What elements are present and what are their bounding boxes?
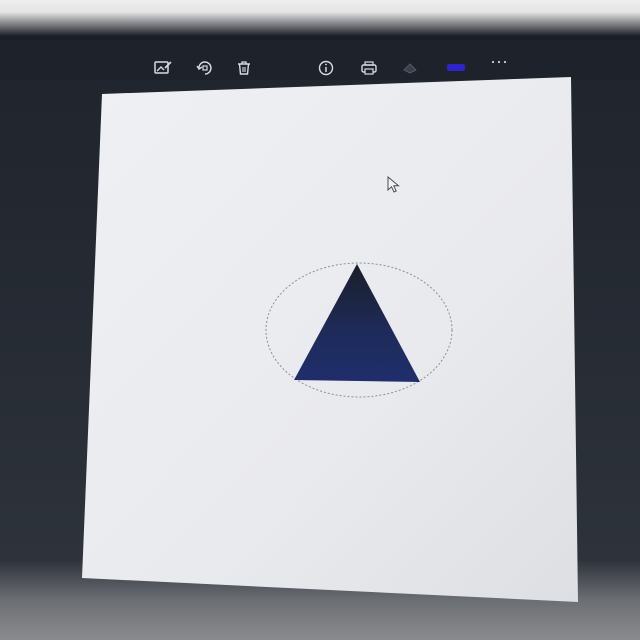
more-options-icon[interactable]	[489, 58, 509, 78]
print-icon[interactable]	[359, 58, 379, 78]
delete-icon[interactable]	[234, 58, 254, 78]
fill-color-icon[interactable]	[401, 58, 421, 78]
info-icon[interactable]	[316, 58, 336, 78]
monitor-bezel	[0, 0, 640, 40]
rotate-icon[interactable]	[194, 58, 214, 78]
edit-image-icon[interactable]	[153, 58, 173, 78]
stroke-color-icon[interactable]	[446, 58, 466, 78]
photo-background	[0, 0, 640, 640]
mouse-cursor-icon	[386, 175, 402, 194]
